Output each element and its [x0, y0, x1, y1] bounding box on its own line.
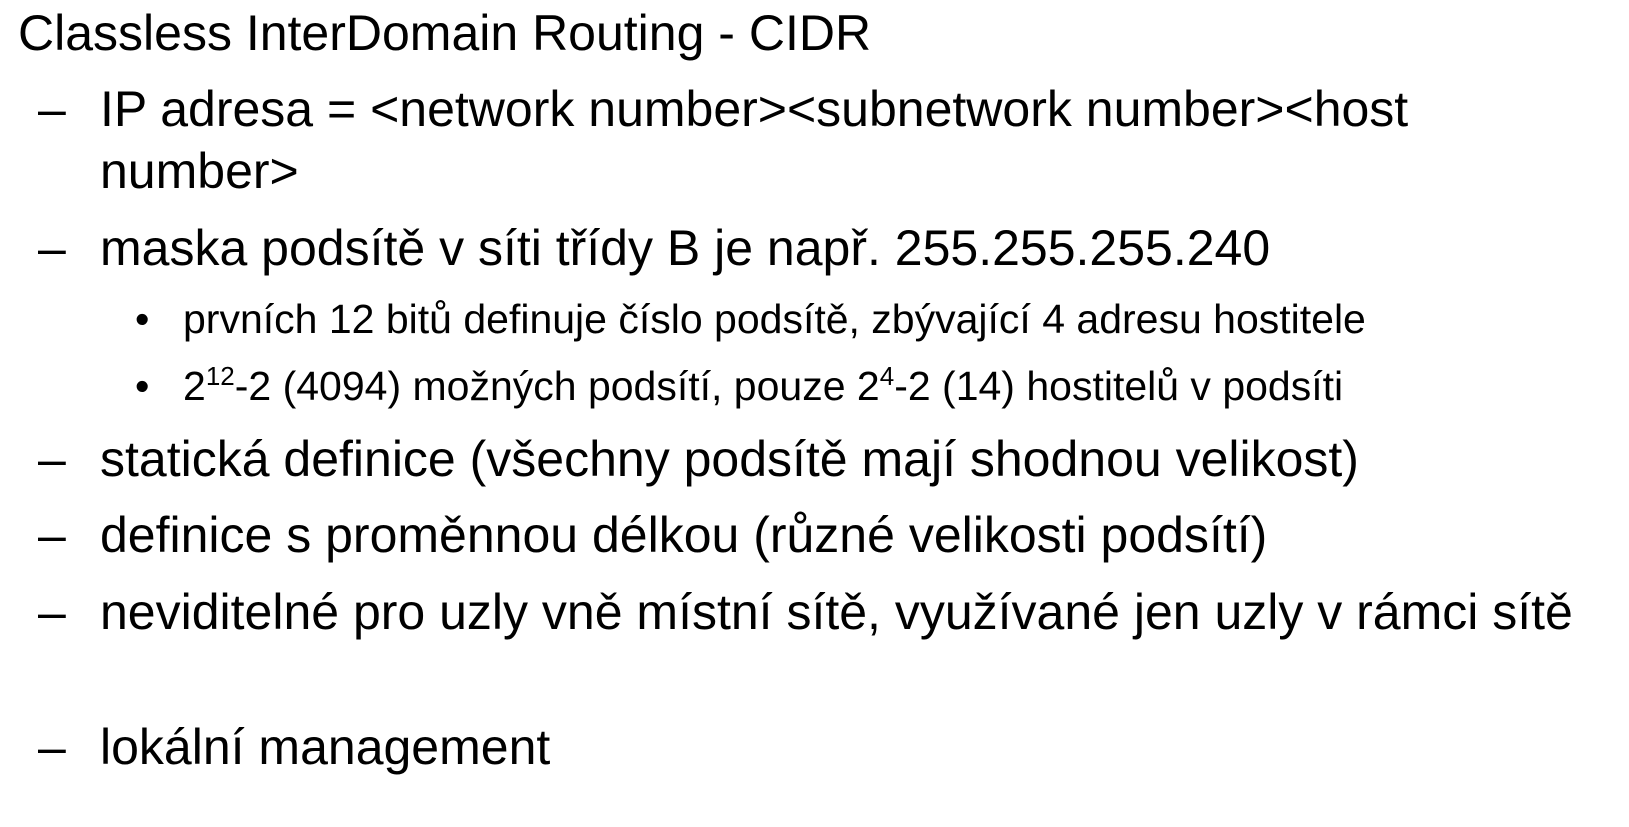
list-item: – definice s proměnnou délkou (různé vel…	[38, 504, 1600, 566]
list-item: – statická definice (všechny podsítě maj…	[38, 428, 1600, 490]
dot-bullet: •	[135, 296, 150, 342]
sub-list-item-base: 2	[183, 363, 206, 409]
list-item-text: maska podsítě v síti třídy B je např. 25…	[100, 220, 1271, 276]
exponent: 12	[205, 361, 235, 391]
exponent: 4	[879, 361, 895, 391]
dash-bullet: –	[38, 220, 66, 276]
list-item: – lokální management	[38, 716, 1600, 778]
dash-bullet: –	[38, 507, 66, 563]
sub-list-item-middle: -2 (4094) možných podsítí, pouze 2	[234, 363, 880, 409]
sub-list-item-tail: -2 (14) hostitelů v podsíti	[894, 363, 1344, 409]
list-item-text: lokální management	[100, 719, 551, 775]
dash-bullet: –	[38, 431, 66, 487]
list-item-text: statická definice (všechny podsítě mají …	[100, 431, 1359, 487]
sub-list-item: • 212-2 (4094) možných podsítí, pouze 24…	[135, 360, 1613, 412]
dash-bullet: –	[38, 584, 66, 640]
list-item-text: neviditelné pro uzly vně místní sítě, vy…	[100, 584, 1573, 640]
dash-bullet: –	[38, 719, 66, 775]
list-item: – maska podsítě v síti třídy B je např. …	[38, 217, 1600, 279]
dot-bullet: •	[135, 363, 150, 409]
list-item-text: IP adresa = <network number><subnetwork …	[100, 81, 1409, 199]
dash-bullet: –	[38, 81, 66, 137]
list-item: – neviditelné pro uzly vně místní sítě, …	[38, 581, 1600, 643]
slide-title: Classless InterDomain Routing - CIDR	[18, 5, 872, 61]
list-item: – IP adresa = <network number><subnetwor…	[38, 78, 1600, 202]
slide: Classless InterDomain Routing - CIDR – I…	[0, 0, 1629, 827]
sub-list-item-text: prvních 12 bitů definuje číslo podsítě, …	[183, 296, 1366, 342]
list-item-text: definice s proměnnou délkou (různé velik…	[100, 507, 1268, 563]
sub-list-item: • prvních 12 bitů definuje číslo podsítě…	[135, 293, 1613, 345]
